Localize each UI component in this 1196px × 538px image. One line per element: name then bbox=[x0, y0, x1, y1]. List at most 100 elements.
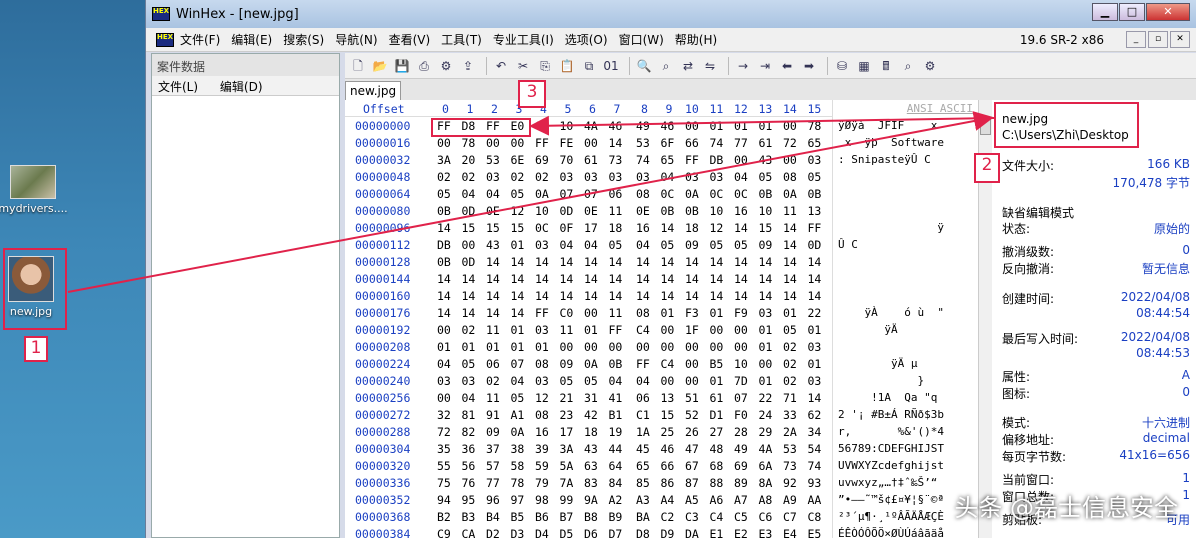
hex-byte[interactable]: FF bbox=[685, 153, 699, 167]
hex-byte[interactable]: D8 bbox=[636, 527, 650, 538]
hex-byte[interactable]: 49 bbox=[636, 119, 650, 133]
hex-byte[interactable]: 11 bbox=[486, 323, 500, 337]
ascii-row[interactable]: ÿÀ ó ù " bbox=[838, 306, 943, 323]
hex-byte[interactable]: B5 bbox=[710, 357, 724, 371]
hex-byte[interactable]: 14 bbox=[462, 272, 476, 286]
hex-byte[interactable]: B2 bbox=[437, 510, 451, 524]
hex-byte[interactable]: 01 bbox=[511, 340, 525, 354]
save-icon[interactable]: 💾 bbox=[393, 57, 411, 75]
hex-byte[interactable]: 75 bbox=[437, 476, 451, 490]
hex-byte[interactable]: 05 bbox=[560, 374, 574, 388]
hex-byte[interactable]: BA bbox=[636, 510, 650, 524]
hex-byte[interactable]: 79 bbox=[535, 476, 549, 490]
hex-byte[interactable]: 04 bbox=[511, 374, 525, 388]
hex-byte[interactable]: FE bbox=[560, 136, 574, 150]
hex-byte[interactable]: A8 bbox=[759, 493, 773, 507]
paste-special-icon[interactable]: ⧉ bbox=[580, 57, 598, 75]
hex-byte[interactable]: 0A bbox=[685, 187, 699, 201]
hex-byte[interactable]: 00 bbox=[437, 323, 451, 337]
hex-byte[interactable]: 00 bbox=[661, 340, 675, 354]
hex-byte[interactable]: 69 bbox=[535, 153, 549, 167]
hex-byte[interactable]: 0D bbox=[462, 255, 476, 269]
hex-byte[interactable]: 05 bbox=[462, 357, 476, 371]
search-icon[interactable]: ⌕ bbox=[899, 57, 917, 75]
hex-byte[interactable]: 01 bbox=[511, 238, 525, 252]
hex-byte[interactable]: 11 bbox=[486, 391, 500, 405]
hex-byte[interactable]: 6E bbox=[511, 153, 525, 167]
hex-byte[interactable]: 1F bbox=[685, 323, 699, 337]
hex-byte[interactable]: 14 bbox=[783, 238, 797, 252]
hex-byte[interactable]: 01 bbox=[759, 374, 773, 388]
hex-byte[interactable]: 01 bbox=[710, 374, 724, 388]
hex-byte[interactable]: 0E bbox=[636, 204, 650, 218]
hex-byte[interactable]: 03 bbox=[685, 170, 699, 184]
hex-byte[interactable]: 31 bbox=[584, 391, 598, 405]
hex-byte[interactable]: 61 bbox=[710, 391, 724, 405]
ascii-pane[interactable]: ANSI ASCII ÿØÿà JFIF x x ÿþ Software: Sn… bbox=[832, 100, 978, 538]
hex-byte[interactable]: 11 bbox=[783, 204, 797, 218]
hex-byte[interactable]: 02 bbox=[783, 340, 797, 354]
menu-edit[interactable]: 编辑(E) bbox=[231, 31, 272, 48]
hex-byte[interactable]: 61 bbox=[759, 136, 773, 150]
hex-byte[interactable]: 00 bbox=[783, 153, 797, 167]
hex-byte[interactable]: 7A bbox=[560, 476, 574, 490]
hex-byte[interactable]: 00 bbox=[584, 340, 598, 354]
hex-byte[interactable]: 05 bbox=[437, 187, 451, 201]
hex-byte[interactable]: 89 bbox=[734, 476, 748, 490]
hex-byte[interactable]: 03 bbox=[437, 374, 451, 388]
replace-text-icon[interactable]: ⇄ bbox=[679, 57, 697, 75]
hex-byte[interactable]: 00 bbox=[584, 306, 598, 320]
hex-byte[interactable]: 01 bbox=[710, 306, 724, 320]
hex-byte[interactable]: 01 bbox=[759, 340, 773, 354]
hex-byte[interactable]: 88 bbox=[710, 476, 724, 490]
hex-byte[interactable]: 00 bbox=[462, 238, 476, 252]
hex-byte[interactable]: 00 bbox=[734, 340, 748, 354]
hex-byte[interactable]: 00 bbox=[759, 357, 773, 371]
hex-byte[interactable]: 0E bbox=[584, 204, 598, 218]
hex-byte[interactable]: D1 bbox=[710, 408, 724, 422]
hex-byte[interactable]: B4 bbox=[486, 510, 500, 524]
hex-byte[interactable]: 5A bbox=[560, 459, 574, 473]
properties-icon[interactable]: ⚙ bbox=[437, 57, 455, 75]
hex-byte[interactable]: C0 bbox=[560, 306, 574, 320]
hex-byte[interactable]: 0B bbox=[437, 204, 451, 218]
ascii-row[interactable]: x ÿþ Software bbox=[838, 136, 944, 153]
hex-byte[interactable]: 0B bbox=[685, 204, 699, 218]
hex-byte[interactable]: 43 bbox=[759, 153, 773, 167]
hex-byte[interactable]: 0E bbox=[486, 204, 500, 218]
hex-byte[interactable]: 47 bbox=[685, 442, 699, 456]
hex-byte[interactable]: 14 bbox=[636, 272, 650, 286]
hex-byte[interactable]: 03 bbox=[710, 170, 724, 184]
hex-byte[interactable]: 01 bbox=[783, 306, 797, 320]
hex-byte[interactable]: 65 bbox=[636, 459, 650, 473]
hex-byte[interactable]: 05 bbox=[808, 170, 822, 184]
hex-byte[interactable]: 36 bbox=[462, 442, 476, 456]
hex-byte[interactable]: FF bbox=[808, 221, 822, 235]
forward-icon[interactable]: ➡ bbox=[800, 57, 818, 75]
hex-byte[interactable]: 0B bbox=[437, 255, 451, 269]
hex-byte[interactable]: 01 bbox=[661, 306, 675, 320]
hex-byte[interactable]: 14 bbox=[661, 272, 675, 286]
hex-byte[interactable]: 68 bbox=[710, 459, 724, 473]
hex-byte[interactable]: 73 bbox=[783, 459, 797, 473]
ascii-row[interactable]: 56789:CDEFGHIJST bbox=[838, 442, 944, 459]
hex-byte[interactable]: B7 bbox=[560, 510, 574, 524]
hex-byte[interactable]: 02 bbox=[535, 170, 549, 184]
hex-byte[interactable]: 04 bbox=[437, 357, 451, 371]
hex-byte[interactable]: 52 bbox=[685, 408, 699, 422]
hex-byte[interactable]: 81 bbox=[462, 408, 476, 422]
hex-byte[interactable]: 14 bbox=[808, 391, 822, 405]
hex-byte[interactable]: 0A bbox=[535, 187, 549, 201]
hex-byte[interactable]: C6 bbox=[759, 510, 773, 524]
hex-byte[interactable]: 09 bbox=[560, 357, 574, 371]
hex-byte[interactable]: 49 bbox=[734, 442, 748, 456]
hex-byte[interactable]: 08 bbox=[783, 170, 797, 184]
hex-byte[interactable]: A4 bbox=[661, 493, 675, 507]
hex-byte[interactable]: DB bbox=[710, 153, 724, 167]
hex-byte[interactable]: A1 bbox=[511, 408, 525, 422]
copy-icon[interactable]: ⎘ bbox=[536, 57, 554, 75]
hex-byte[interactable]: 01 bbox=[759, 323, 773, 337]
hex-byte[interactable]: 02 bbox=[462, 170, 476, 184]
hex-byte[interactable]: 14 bbox=[462, 289, 476, 303]
hex-byte[interactable]: 00 bbox=[511, 136, 525, 150]
